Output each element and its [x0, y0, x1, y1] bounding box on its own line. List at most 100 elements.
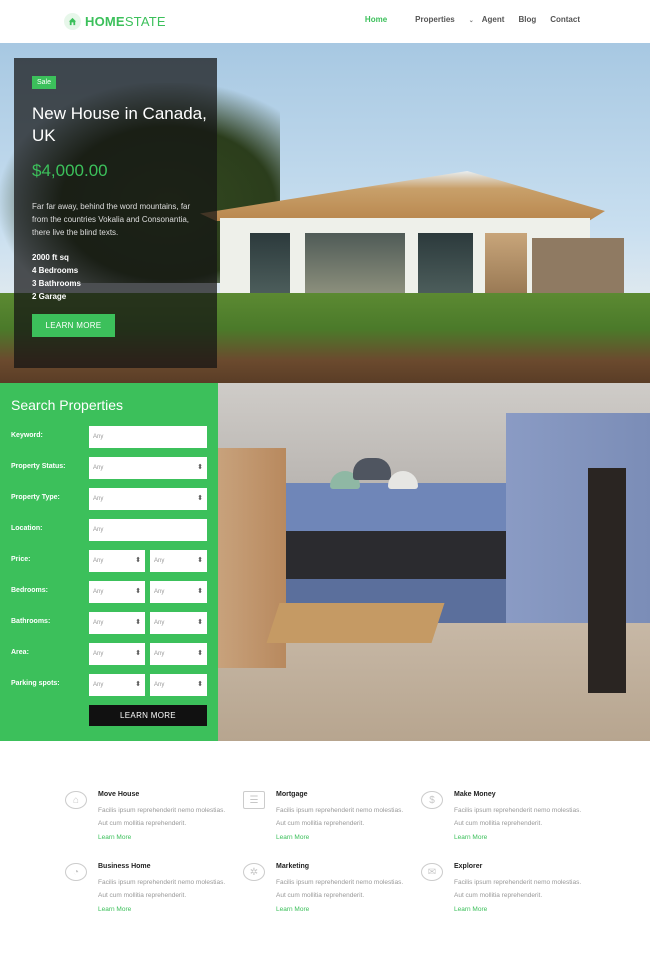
parking-min-select[interactable]: Any: [89, 674, 145, 696]
feature-learn-more-link[interactable]: Learn More: [454, 906, 487, 913]
hero-image-window: [418, 233, 473, 293]
field-label: Property Status:: [11, 463, 66, 470]
pendant-lamp: [353, 458, 391, 480]
feature-learn-more-link[interactable]: Learn More: [98, 906, 131, 913]
hero-section: Sale New House in Canada, UK $4,000.00 F…: [0, 43, 650, 383]
parking-max-select[interactable]: Any: [150, 674, 207, 696]
search-row-area: Area: Any Any: [11, 643, 211, 665]
spec-garage: 2 Garage: [32, 292, 67, 301]
feature-title: Move House: [98, 791, 140, 798]
kitchen-cabinets: [286, 483, 506, 531]
search-row-bedrooms: Bedrooms: Any Any: [11, 581, 211, 603]
nav-item-blog[interactable]: Blog: [518, 15, 536, 24]
nav-item-agent[interactable]: Agent: [482, 15, 505, 24]
nav-item-contact[interactable]: Contact: [550, 15, 580, 24]
search-row-price: Price: Any Any: [11, 550, 211, 572]
nav-item-properties[interactable]: Properties ⌄: [401, 15, 474, 24]
feature-title: Make Money: [454, 791, 496, 798]
feature-text: Facilis ipsum reprehenderit nemo molesti…: [98, 807, 226, 827]
feature-marketing: ✲ Marketing Facilis ipsum reprehenderit …: [243, 863, 403, 923]
hero-image-window: [305, 233, 405, 293]
feature-business-home: ◔ Business Home Facilis ipsum reprehende…: [65, 863, 225, 923]
location-input[interactable]: Any: [89, 519, 207, 541]
hero-specs: 2000 ft sq 4 Bedrooms 3 Bathrooms 2 Gara…: [32, 251, 81, 303]
search-row-parking: Parking spots: Any Any: [11, 674, 211, 696]
feature-explorer: ✉ Explorer Facilis ipsum reprehenderit n…: [421, 863, 581, 923]
top-nav: HOMESTATE Home Properties ⌄ Agent Blog Co…: [0, 0, 650, 43]
sale-badge: Sale: [32, 76, 57, 89]
bathrooms-max-select[interactable]: Any: [150, 612, 207, 634]
price-max-select[interactable]: Any: [150, 550, 207, 572]
feature-text: Facilis ipsum reprehenderit nemo molesti…: [454, 807, 582, 827]
search-row-status: Property Status: Any: [11, 457, 211, 479]
hero-image-stonewall: [532, 238, 624, 296]
hero-image-window: [250, 233, 290, 293]
chevron-down-icon: ⌄: [468, 18, 474, 24]
field-label: Bedrooms:: [11, 587, 48, 594]
search-row-location: Location: Any: [11, 519, 211, 541]
area-min-select[interactable]: Any: [89, 643, 145, 665]
kitchen-wine-fridge: [588, 468, 626, 693]
keyword-input[interactable]: Any: [89, 426, 207, 448]
spec-bedrooms: 4 Bedrooms: [32, 266, 79, 275]
nav-item-home[interactable]: Home: [365, 15, 387, 24]
hero-learn-more-button[interactable]: LEARN MORE: [32, 314, 115, 337]
kitchen-backsplash: [286, 531, 506, 579]
search-row-keyword: Keyword: Any: [11, 426, 211, 448]
nav-item-properties-label: Properties: [415, 15, 455, 24]
feature-mortgage: ☰ Mortgage Facilis ipsum reprehenderit n…: [243, 791, 403, 851]
spec-area: 2000 ft sq: [32, 253, 69, 262]
hero-image-window: [485, 233, 527, 293]
field-label: Area:: [11, 649, 29, 656]
hero-title: New House in Canada, UK: [32, 104, 207, 145]
dining-table: [266, 603, 445, 643]
main-menu: Home Properties ⌄ Agent Blog Contact: [351, 15, 580, 24]
feature-text: Facilis ipsum reprehenderit nemo molesti…: [276, 807, 404, 827]
money-icon: $: [421, 791, 443, 809]
field-label: Price:: [11, 556, 31, 563]
hero-price: $4,000.00: [32, 161, 108, 180]
feature-move-house: ⌂ Move House Facilis ipsum reprehenderit…: [65, 791, 225, 851]
logo[interactable]: HOMESTATE: [64, 13, 166, 30]
feature-learn-more-link[interactable]: Learn More: [276, 834, 309, 841]
search-learn-more-button[interactable]: LEARN MORE: [89, 705, 207, 726]
price-min-select[interactable]: Any: [89, 550, 145, 572]
bedrooms-min-select[interactable]: Any: [89, 581, 145, 603]
field-label: Property Type:: [11, 494, 60, 501]
chart-icon: ◔: [65, 863, 87, 881]
gear-icon: ✲: [243, 863, 265, 881]
property-type-select[interactable]: Any: [89, 488, 207, 510]
feature-text: Facilis ipsum reprehenderit nemo molesti…: [454, 879, 582, 899]
kitchen-image: [218, 383, 650, 741]
document-icon: ☰: [243, 791, 265, 809]
field-label: Parking spots:: [11, 680, 60, 687]
search-title: Search Properties: [11, 397, 124, 413]
feature-learn-more-link[interactable]: Learn More: [276, 906, 309, 913]
home-icon: ⌂: [65, 791, 87, 809]
hero-info-panel: Sale New House in Canada, UK $4,000.00 F…: [14, 58, 217, 368]
feature-title: Business Home: [98, 863, 151, 870]
home-icon: [64, 13, 81, 30]
feature-learn-more-link[interactable]: Learn More: [454, 834, 487, 841]
spec-bathrooms: 3 Bathrooms: [32, 279, 81, 288]
search-properties-panel: Search Properties Keyword: Any Property …: [0, 383, 218, 741]
chat-icon: ✉: [421, 863, 443, 881]
bedrooms-max-select[interactable]: Any: [150, 581, 207, 603]
area-max-select[interactable]: Any: [150, 643, 207, 665]
feature-title: Mortgage: [276, 791, 308, 798]
logo-text-home: HOME: [85, 14, 125, 29]
feature-make-money: $ Make Money Facilis ipsum reprehenderit…: [421, 791, 581, 851]
feature-learn-more-link[interactable]: Learn More: [98, 834, 131, 841]
bathrooms-min-select[interactable]: Any: [89, 612, 145, 634]
hero-description: Far far away, behind the word mountains,…: [32, 202, 191, 237]
feature-text: Facilis ipsum reprehenderit nemo molesti…: [276, 879, 404, 899]
search-row-bathrooms: Bathrooms: Any Any: [11, 612, 211, 634]
logo-text-state: STATE: [124, 14, 166, 29]
feature-title: Explorer: [454, 863, 483, 870]
field-label: Bathrooms:: [11, 618, 51, 625]
search-row-type: Property Type: Any: [11, 488, 211, 510]
field-label: Location:: [11, 525, 43, 532]
property-status-select[interactable]: Any: [89, 457, 207, 479]
feature-title: Marketing: [276, 863, 310, 870]
field-label: Keyword:: [11, 432, 43, 439]
